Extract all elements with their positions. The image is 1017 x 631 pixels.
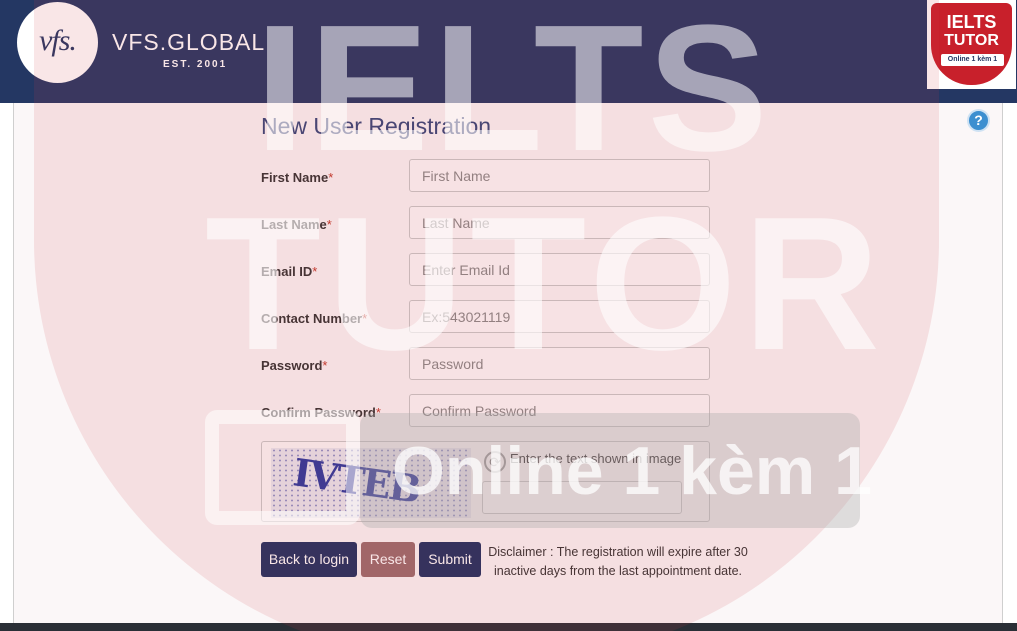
refresh-icon[interactable]: ⟳ xyxy=(484,451,506,473)
reset-button[interactable]: Reset xyxy=(361,542,415,577)
captcha-image: IVTEB xyxy=(271,448,471,518)
confirm-password-input[interactable] xyxy=(409,394,710,427)
badge-line-3: Online 1 kèm 1 xyxy=(941,54,1004,66)
captcha-label: Enter the text shown in image xyxy=(510,451,682,466)
brand-established: EST. 2001 xyxy=(163,59,228,70)
email-input[interactable] xyxy=(409,253,710,286)
contact-number-label: Contact Number* xyxy=(261,311,368,326)
brand-name: VFS.GLOBAL xyxy=(112,29,266,55)
confirm-password-label: Confirm Password* xyxy=(261,405,381,420)
badge-line-2: TUTOR xyxy=(944,32,999,49)
back-to-login-button[interactable]: Back to login xyxy=(261,542,357,577)
help-icon[interactable]: ? xyxy=(967,109,990,132)
ielts-tutor-badge: IELTS TUTOR Online 1 kèm 1 xyxy=(927,0,1016,89)
captcha-input[interactable] xyxy=(482,481,682,514)
badge-line-1: IELTS xyxy=(946,12,997,32)
first-name-label: First Name* xyxy=(261,170,334,185)
password-label: Password* xyxy=(261,358,328,373)
last-name-input[interactable] xyxy=(409,206,710,239)
footer-bar xyxy=(0,623,1017,631)
submit-button[interactable]: Submit xyxy=(419,542,481,577)
last-name-label: Last Name* xyxy=(261,217,332,232)
vfs-logo-text: vfs. xyxy=(39,24,77,57)
email-label: Email ID* xyxy=(261,264,318,279)
contact-number-input[interactable] xyxy=(409,300,710,333)
first-name-input[interactable] xyxy=(409,159,710,192)
page-title: New User Registration xyxy=(261,113,492,139)
password-input[interactable] xyxy=(409,347,710,380)
site-header: vfs. VFS.GLOBAL EST. 2001 xyxy=(0,0,1017,103)
disclaimer-text: Disclaimer : The registration will expir… xyxy=(488,545,748,578)
vfs-logo[interactable]: vfs. xyxy=(17,2,98,83)
